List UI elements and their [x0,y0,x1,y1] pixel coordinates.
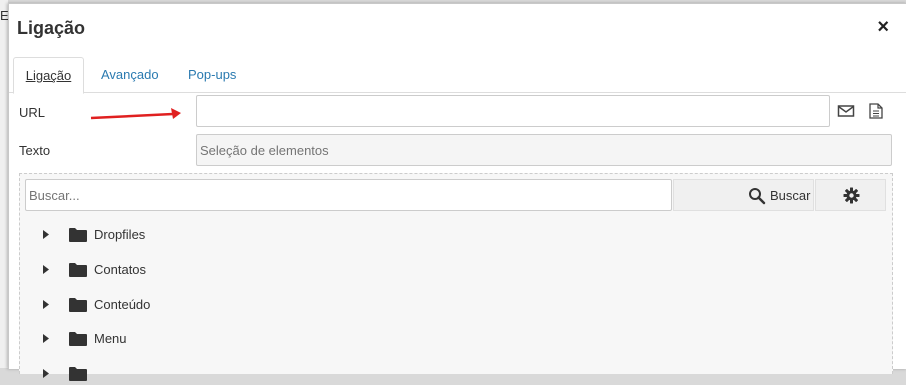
tree-item-label: Menu [94,331,127,346]
element-browser: Buscar Dropfiles Contatos [19,173,893,381]
settings-button[interactable] [815,179,886,211]
tab-divider [9,92,906,93]
tree-item-partial[interactable] [20,363,420,385]
tree-item-label: Dropfiles [94,227,146,242]
folder-icon [69,228,87,242]
tree-item-dropfiles[interactable]: Dropfiles [20,224,420,246]
tree-item-label: Contatos [94,262,147,277]
caret-right-icon[interactable] [43,300,49,309]
background-page: E [0,0,9,368]
document-link-icon[interactable] [867,103,885,119]
dialog-title: Ligação [17,18,86,38]
url-input[interactable] [196,95,830,127]
tab-popups[interactable]: Pop-ups [188,57,236,92]
folder-icon [69,332,87,346]
annotation-arrow [90,108,181,120]
folder-icon [69,367,87,381]
caret-right-icon[interactable] [43,230,49,239]
gear-icon [843,187,860,204]
caret-right-icon[interactable] [43,334,49,343]
tab-advanced[interactable]: Avançado [101,57,159,92]
text-input[interactable] [196,134,892,166]
link-dialog: Ligação × Ligação Avançado Pop-ups URL T… [8,3,906,381]
tree-item-conteudo[interactable]: Conteúdo [20,294,420,316]
tree-item-contatos[interactable]: Contatos [20,259,420,281]
folder-icon [69,263,87,277]
caret-right-icon[interactable] [43,369,49,378]
close-icon[interactable]: × [877,17,889,37]
search-button[interactable]: Buscar [673,179,814,211]
tree-item-menu[interactable]: Menu [20,328,420,350]
tab-link[interactable]: Ligação [13,57,84,94]
url-label: URL [19,105,46,120]
search-input[interactable] [25,179,672,211]
folder-icon [69,298,87,312]
caret-right-icon[interactable] [43,265,49,274]
tree-item-label: Conteúdo [94,297,151,312]
search-button-label: Buscar [770,188,811,203]
text-label: Texto [19,143,51,158]
search-icon [749,188,766,205]
email-link-icon[interactable] [837,103,855,119]
